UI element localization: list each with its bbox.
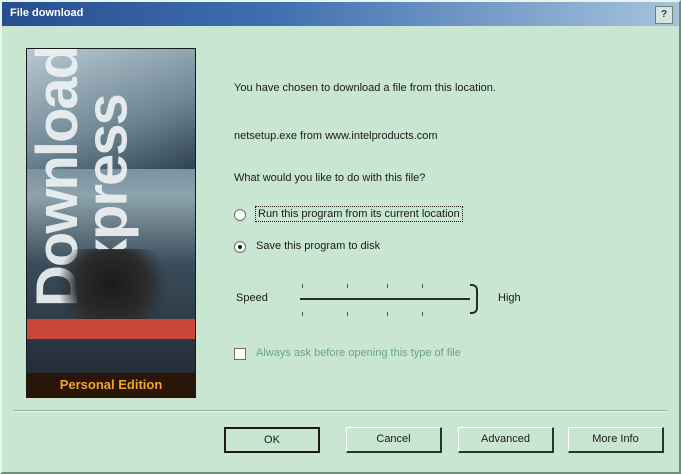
run-from-location-radio[interactable]	[234, 209, 246, 221]
save-to-disk-label[interactable]: Save this program to disk	[256, 240, 380, 252]
speed-slider-thumb[interactable]	[470, 284, 478, 314]
message-line-1: You have chosen to download a file from …	[234, 82, 496, 94]
question-text: What would you like to do with this file…	[234, 172, 426, 184]
save-to-disk-radio[interactable]	[234, 241, 246, 253]
always-ask-label[interactable]: Always ask before opening this type of f…	[256, 347, 461, 359]
more-info-button[interactable]: More Info	[568, 427, 664, 453]
speed-slider-track[interactable]	[300, 298, 470, 300]
window-title: File download	[10, 7, 84, 19]
file-download-dialog: File download ? Download Express Persona…	[0, 0, 681, 474]
slider-tick	[422, 312, 423, 316]
slider-tick	[347, 284, 348, 288]
slider-tick	[422, 284, 423, 288]
box-art-edition: Personal Edition	[27, 373, 195, 397]
product-box-art: Download Express Personal Edition	[26, 48, 196, 398]
always-ask-checkbox[interactable]	[234, 348, 246, 360]
box-art-stripe	[27, 319, 195, 339]
speed-high-label: High	[498, 292, 521, 304]
slider-tick	[387, 312, 388, 316]
title-bar: File download ?	[2, 2, 679, 26]
slider-tick	[302, 284, 303, 288]
cancel-button[interactable]: Cancel	[346, 427, 442, 453]
slider-tick	[302, 312, 303, 316]
advanced-button[interactable]: Advanced	[458, 427, 554, 453]
speed-label: Speed	[236, 292, 268, 304]
slider-tick	[347, 312, 348, 316]
run-from-location-label[interactable]: Run this program from its current locati…	[255, 206, 463, 222]
message-line-2: netsetup.exe from www.intelproducts.com	[234, 130, 438, 142]
ok-button[interactable]: OK	[224, 427, 320, 453]
slider-tick	[387, 284, 388, 288]
button-separator	[14, 410, 667, 412]
help-icon[interactable]: ?	[655, 6, 673, 24]
